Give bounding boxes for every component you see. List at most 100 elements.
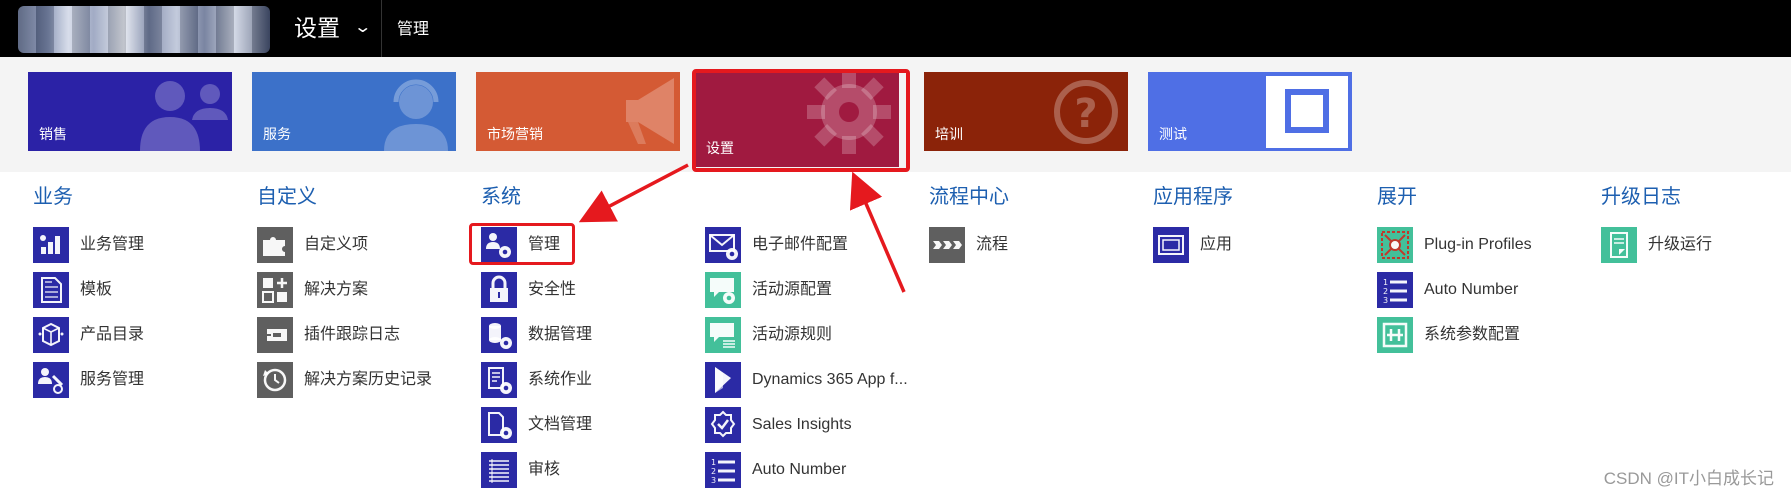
- activity-feed-gear-icon: [705, 272, 741, 308]
- column-heading: 自定义: [257, 186, 317, 208]
- menu-item[interactable]: 业务管理: [33, 227, 243, 272]
- tile-label: 销售: [39, 126, 67, 142]
- menu-item[interactable]: 解决方案历史记录: [257, 362, 467, 407]
- menu-item-label: 系统参数配置: [1424, 326, 1521, 343]
- tile-label: 市场营销: [487, 126, 543, 142]
- puzzle-icon: [257, 227, 293, 263]
- tile-label: 服务: [263, 126, 291, 142]
- menu-item-label: 解决方案: [304, 281, 369, 298]
- nav-divider: [381, 0, 382, 57]
- tile-sales[interactable]: 销售: [28, 72, 232, 151]
- menu-item[interactable]: 系统参数配置: [1377, 317, 1587, 362]
- watermark: CSDN @IT小白成长记: [1603, 469, 1774, 488]
- gear-icon: [807, 72, 891, 154]
- menu-item-label: Dynamics 365 App f...: [752, 371, 908, 388]
- menu-item[interactable]: Sales Insights: [705, 407, 915, 452]
- svg-text:1: 1: [711, 458, 716, 467]
- menu-item[interactable]: 应用: [1153, 227, 1363, 272]
- menu-item[interactable]: 审核: [481, 452, 691, 497]
- menu-item-label: 模板: [80, 281, 113, 298]
- menu-column: 应用程序应用: [1153, 185, 1363, 272]
- svg-text:1: 1: [1383, 278, 1388, 287]
- menu-item-label: 活动源配置: [752, 281, 833, 298]
- column-heading: 升级日志: [1601, 186, 1681, 208]
- process-flow-icon: [929, 227, 965, 263]
- column-heading: 业务: [33, 186, 73, 208]
- menu-item[interactable]: 解决方案: [257, 272, 467, 317]
- document-icon: [33, 272, 69, 308]
- tile-label: 测试: [1159, 126, 1187, 142]
- question-icon: ?: [1054, 80, 1118, 144]
- menu-item[interactable]: 活动源规则: [705, 317, 915, 362]
- menu-item[interactable]: 服务管理: [33, 362, 243, 407]
- menu-item[interactable]: 1 2 3 Auto Number: [705, 452, 915, 497]
- menu-item[interactable]: 管理: [481, 227, 691, 272]
- lock-icon: [481, 272, 517, 308]
- svg-text:2: 2: [711, 467, 716, 476]
- menu-item[interactable]: 插件跟踪日志: [257, 317, 467, 362]
- menu-item[interactable]: 产品目录: [33, 317, 243, 362]
- column-heading: 应用程序: [1153, 186, 1233, 208]
- menu-item[interactable]: 活动源配置: [705, 272, 915, 317]
- menu-item-label: 活动源规则: [752, 326, 833, 343]
- area-selector-label[interactable]: 设置: [294, 13, 340, 43]
- megaphone-icon: [626, 78, 674, 144]
- menu-item-label: 系统作业: [528, 371, 593, 388]
- breadcrumb[interactable]: 管理: [397, 19, 429, 41]
- menu-item[interactable]: 电子邮件配置: [705, 227, 915, 272]
- svg-text:2: 2: [1383, 287, 1388, 296]
- tile-label: 培训: [935, 126, 963, 142]
- menu-item-label: 升级运行: [1648, 236, 1713, 253]
- tile-service[interactable]: 服务: [252, 72, 456, 151]
- menu-item-label: 服务管理: [80, 371, 145, 388]
- menu-item-label: 流程: [976, 236, 1009, 253]
- insights-badge-icon: [705, 407, 741, 443]
- menu-item[interactable]: 自定义项: [257, 227, 467, 272]
- tile-label: 设置: [706, 140, 734, 156]
- document-gear-icon: [481, 407, 517, 443]
- tile-settings[interactable]: 设置: [695, 72, 899, 167]
- column-heading: [705, 185, 915, 209]
- plugin-profile-icon: [1377, 227, 1413, 263]
- menu-item[interactable]: 模板: [33, 272, 243, 317]
- menu-column: 系统管理安全性数据管理系统作业文档管理审核: [481, 185, 691, 497]
- activity-feed-rules-icon: [705, 317, 741, 353]
- menu-item[interactable]: Plug-in Profiles: [1377, 227, 1587, 272]
- menu-item[interactable]: 升级运行: [1601, 227, 1791, 272]
- tile-training[interactable]: ? 培训: [924, 72, 1128, 151]
- menu-item[interactable]: 安全性: [481, 272, 691, 317]
- menu-item[interactable]: Dynamics 365 App f...: [705, 362, 915, 407]
- org-logo[interactable]: [18, 6, 270, 53]
- menu-column: 流程中心流程: [929, 185, 1139, 272]
- tile-marketing[interactable]: 市场营销: [476, 72, 680, 151]
- menu-item-label: 电子邮件配置: [752, 236, 849, 253]
- audit-list-icon: [481, 452, 517, 488]
- menu-item-label: 管理: [528, 236, 561, 253]
- column-heading: 展开: [1377, 186, 1417, 208]
- numbered-list-icon: 123: [705, 452, 741, 488]
- menu-item[interactable]: 1 2 3 Auto Number: [1377, 272, 1587, 317]
- tile-test[interactable]: 测试: [1148, 72, 1352, 151]
- menu-item-label: 解决方案历史记录: [304, 371, 433, 388]
- menu-item-label: 产品目录: [80, 326, 145, 343]
- menu-item-label: 应用: [1200, 236, 1233, 253]
- menu-item[interactable]: 数据管理: [481, 317, 691, 362]
- admin-users-gear-icon: [481, 227, 517, 263]
- email-gear-icon: [705, 227, 741, 263]
- column-heading: 流程中心: [929, 186, 1009, 208]
- history-clock-icon: [257, 362, 293, 398]
- square-frame-icon: [1266, 76, 1348, 148]
- menu-item[interactable]: 系统作业: [481, 362, 691, 407]
- menu-item-label: 文档管理: [528, 416, 593, 433]
- menu-item-label: 数据管理: [528, 326, 593, 343]
- svg-text:3: 3: [711, 476, 716, 485]
- upgrade-scroll-icon: [1601, 227, 1637, 263]
- menu-column: 自定义自定义项解决方案插件跟踪日志解决方案历史记录: [257, 185, 467, 407]
- chevron-down-icon[interactable]: ⌄: [353, 16, 372, 40]
- menu-item[interactable]: 流程: [929, 227, 1139, 272]
- menu-item-label: Auto Number: [752, 461, 847, 478]
- people-icon: [140, 81, 228, 151]
- column-heading: 系统: [481, 186, 521, 208]
- system-jobs-icon: [481, 362, 517, 398]
- menu-item[interactable]: 文档管理: [481, 407, 691, 452]
